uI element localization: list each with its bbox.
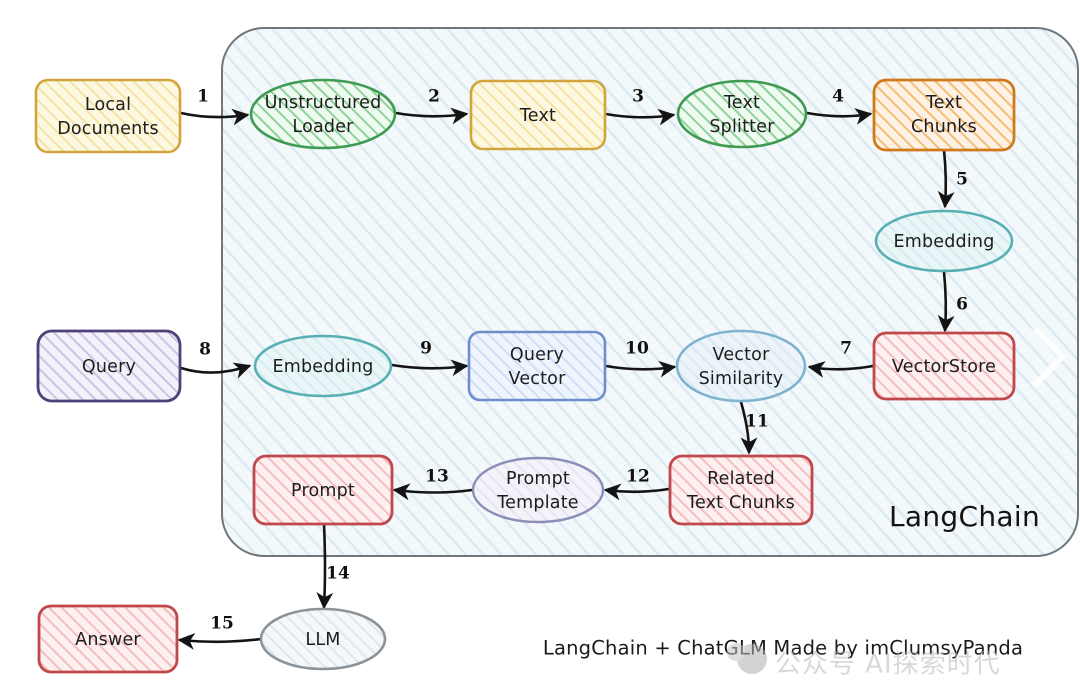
langchain-group-label: LangChain: [889, 500, 1040, 533]
local-documents-shape: [34, 78, 182, 154]
node-text-splitter[interactable]: Text Splitter: [676, 79, 808, 149]
edge-label-11: 11: [745, 412, 769, 432]
llm-label: LLM: [305, 630, 340, 650]
edge-label-13: 13: [425, 467, 449, 487]
query-vector-shape: [467, 330, 607, 402]
node-llm[interactable]: LLM: [259, 607, 387, 671]
local-documents-label-line-1: Local: [85, 95, 131, 115]
edge-label-14: 14: [326, 564, 350, 584]
embedding-query-label: Embedding: [272, 357, 373, 377]
vector-similarity-shape: [675, 329, 807, 403]
node-embedding-documents[interactable]: Embedding: [874, 209, 1014, 273]
query-label: Query: [82, 357, 136, 377]
text-chunks-shape: [872, 78, 1016, 152]
text-chunks-label-line-2: Chunks: [911, 117, 977, 137]
node-related-text-chunks[interactable]: Related Text Chunks: [668, 454, 814, 526]
edge-label-15: 15: [210, 614, 234, 634]
text-splitter-label-line-1: Text: [723, 93, 760, 113]
query-vector-label-line-1: Query: [510, 345, 564, 365]
unstructured-loader-shape: [249, 78, 397, 150]
text-chunks-label-line-1: Text: [925, 93, 962, 113]
related-text-chunks-shape: [668, 454, 814, 526]
related-text-chunks-label-line-2: Text Chunks: [686, 493, 795, 513]
node-local-documents[interactable]: Local Documents: [34, 78, 182, 154]
edge-label-10: 10: [625, 339, 649, 359]
node-text-chunks[interactable]: Text Chunks: [872, 78, 1016, 152]
vectorstore-label: VectorStore: [892, 357, 996, 377]
answer-label: Answer: [75, 630, 141, 650]
edge-label-9: 9: [420, 339, 432, 359]
edge-label-12: 12: [626, 467, 650, 487]
edge-15-path: [177, 632, 263, 650]
node-vector-similarity[interactable]: Vector Similarity: [675, 329, 807, 403]
prompt-template-label-line-1: Prompt: [506, 469, 570, 489]
node-embedding-query[interactable]: Embedding: [253, 334, 393, 398]
edge-label-3: 3: [632, 87, 644, 107]
edge-label-7: 7: [840, 339, 852, 359]
edge-label-6: 6: [956, 295, 968, 315]
unstructured-loader-label-line-1: Unstructured: [265, 93, 382, 113]
edge-label-2: 2: [428, 87, 440, 107]
vector-similarity-label-line-2: Similarity: [699, 369, 784, 389]
node-unstructured-loader[interactable]: Unstructured Loader: [249, 78, 397, 150]
text-splitter-shape: [676, 79, 808, 149]
text-label: Text: [519, 106, 556, 126]
local-documents-label-line-2: Documents: [57, 119, 159, 139]
node-text[interactable]: Text: [469, 79, 607, 151]
query-vector-label-line-2: Vector: [509, 369, 567, 389]
langchain-flow-diagram: LangChain Local Documents Unstructured L…: [34, 27, 1079, 680]
embedding-documents-label: Embedding: [893, 232, 994, 252]
vector-similarity-label-line-1: Vector: [713, 345, 771, 365]
node-prompt-template[interactable]: Prompt Template: [471, 456, 605, 524]
node-prompt[interactable]: Prompt: [252, 454, 394, 526]
text-splitter-label-line-2: Splitter: [709, 117, 775, 137]
related-text-chunks-label-line-1: Related: [707, 469, 775, 489]
node-query[interactable]: Query: [36, 329, 182, 403]
node-answer[interactable]: Answer: [37, 604, 179, 674]
edge-label-8: 8: [199, 340, 211, 360]
prompt-template-label-line-2: Template: [496, 493, 578, 513]
edge-label-5: 5: [956, 170, 968, 190]
watermark-text: 公众号 AI探索时代: [775, 650, 1001, 680]
prompt-label: Prompt: [291, 481, 355, 501]
unstructured-loader-label-line-2: Loader: [292, 117, 354, 137]
diagram-canvas: LangChain Local Documents Unstructured L…: [0, 0, 1080, 698]
edge-label-4: 4: [832, 87, 844, 107]
edge-14-path: [316, 522, 334, 610]
node-query-vector[interactable]: Query Vector: [467, 330, 607, 402]
node-vectorstore[interactable]: VectorStore: [872, 331, 1016, 401]
edge-label-1: 1: [197, 87, 209, 107]
